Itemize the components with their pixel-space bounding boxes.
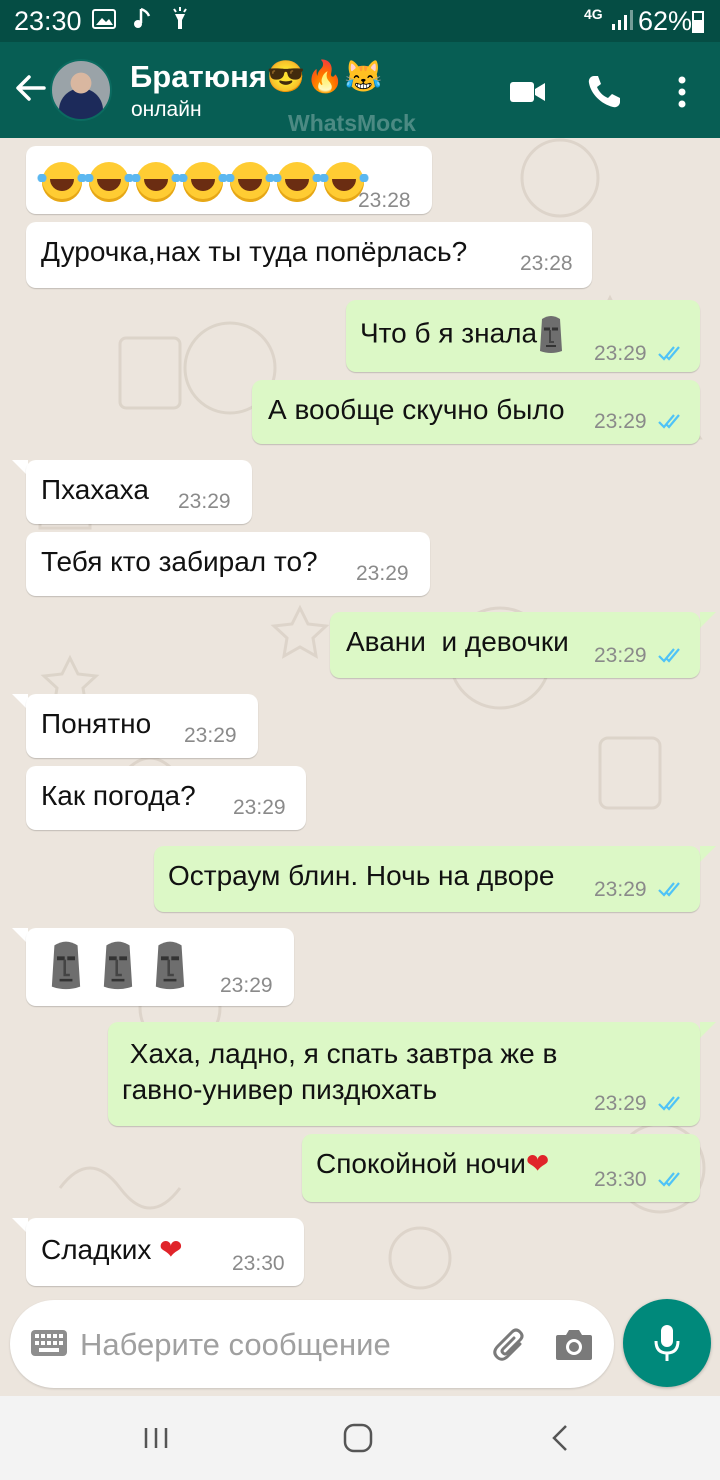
message-text: А вообще скучно было [268,394,565,425]
laughing-emoji-icon [37,162,87,202]
laughing-emoji-icon [272,162,322,202]
message-text: Пхахаха [41,474,149,505]
moai-emoji-icon [540,316,563,353]
moai-emoji-icon [103,941,133,990]
bubble-tail [700,846,716,862]
message-bubble[interactable]: Как погода? 23:29 [26,766,306,830]
message-time: 23:28 [520,252,573,275]
moai-emoji-row [48,940,188,992]
message-text: Сладких ❤ [41,1234,183,1265]
flashlight-icon [173,7,188,29]
camera-icon[interactable] [554,1326,594,1362]
message-text: Понятно [41,708,152,739]
status-bar: 23:30 4G 62% [0,0,720,42]
laughing-emoji-icon [84,162,134,202]
message-text: Хаха, ладно, я спать завтра же в гавно-у… [122,1038,558,1105]
nav-back-icon[interactable] [548,1422,572,1454]
message-text: Что б я знала [360,315,565,355]
message-time: 23:28 [358,189,411,212]
message-text: Как погода? [41,780,196,811]
message-time: 23:29 [178,490,231,513]
network-type: 4G [584,6,603,22]
composer [10,1300,614,1388]
message-time: 23:29 [220,974,273,997]
chat-header: Братюня😎🔥😹 онлайн WhatsMock [0,42,720,138]
read-ticks-icon [658,648,680,663]
system-nav-bar [0,1396,720,1480]
moai-emoji-icon [51,941,81,990]
message-text: Дурочка,нах ты туда попёрлась? [41,236,468,267]
mic-icon [654,1325,680,1361]
moai-emoji-icon [155,941,185,990]
message-bubble[interactable]: Понятно 23:29 [26,694,258,758]
signal-icon [610,8,634,39]
message-bubble[interactable]: Тебя кто забирал то? 23:29 [26,532,430,596]
laughing-emoji-icon [178,162,228,202]
message-bubble[interactable]: Сладких ❤ 23:30 [26,1218,304,1286]
read-ticks-icon [658,414,680,429]
message-bubble[interactable]: Хаха, ладно, я спать завтра же в гавно-у… [108,1022,700,1126]
message-bubble[interactable]: Дурочка,нах ты туда попёрлась? 23:28 [26,222,592,288]
gallery-icon [92,9,116,29]
contact-avatar[interactable] [50,59,112,121]
message-time: 23:29 [594,342,647,365]
read-ticks-icon [658,1172,680,1187]
keyboard-icon[interactable] [30,1329,68,1357]
attach-icon[interactable] [490,1324,530,1364]
message-bubble[interactable]: Спокойной ночи❤ 23:30 [302,1134,700,1202]
message-time: 23:30 [594,1168,647,1191]
message-time: 23:29 [594,1092,647,1115]
battery-percent: 62% [638,6,693,36]
message-bubble[interactable]: Пхахаха 23:29 [26,460,252,524]
message-bubble[interactable]: А вообще скучно было 23:29 [252,380,700,444]
more-vert-icon[interactable] [672,72,692,112]
message-time: 23:29 [184,724,237,747]
message-text: Тебя кто забирал то? [41,546,318,577]
phone-icon[interactable] [584,72,624,112]
read-ticks-icon [658,1096,680,1111]
contact-name[interactable]: Братюня😎🔥😹 [130,58,383,95]
message-input[interactable] [78,1320,482,1370]
status-time: 23:30 [14,6,82,36]
emoji-laugh-row [37,162,369,202]
notification-icons [92,6,189,34]
watermark: WhatsMock [288,110,416,136]
bubble-tail [700,612,716,628]
home-icon[interactable] [342,1422,374,1454]
message-bubble[interactable]: 23:28 [26,146,432,214]
message-text: Авани и девочки [346,626,569,657]
heart-emoji-icon: ❤ [525,1148,550,1179]
message-bubble[interactable]: 23:29 [26,928,294,1006]
heart-emoji-icon: ❤ [159,1234,183,1265]
message-time: 23:30 [232,1252,285,1275]
message-bubble[interactable]: Что б я знала 23:29 [346,300,700,372]
bubble-tail [700,1022,716,1038]
message-time: 23:29 [594,644,647,667]
recent-apps-icon[interactable] [140,1426,172,1450]
message-time: 23:29 [233,796,286,819]
message-time: 23:29 [594,410,647,433]
read-ticks-icon [658,346,680,361]
back-arrow-icon[interactable] [12,70,48,106]
video-call-icon[interactable] [508,72,548,112]
message-time: 23:29 [356,562,409,585]
laughing-emoji-icon [131,162,181,202]
read-ticks-icon [658,882,680,897]
mic-button[interactable] [623,1299,711,1387]
message-bubble[interactable]: Остраум блин. Ночь на дворе 23:29 [154,846,700,912]
battery-icon [692,11,704,33]
contact-status: онлайн [131,98,202,121]
message-list[interactable]: 23:28 Дурочка,нах ты туда попёрлась? 23:… [0,138,720,1298]
message-bubble[interactable]: Авани и девочки 23:29 [330,612,700,678]
music-icon [133,7,150,28]
message-time: 23:29 [594,878,647,901]
laughing-emoji-icon [225,162,275,202]
message-text: Остраум блин. Ночь на дворе [168,860,555,891]
message-text: Спокойной ночи❤ [316,1148,550,1179]
